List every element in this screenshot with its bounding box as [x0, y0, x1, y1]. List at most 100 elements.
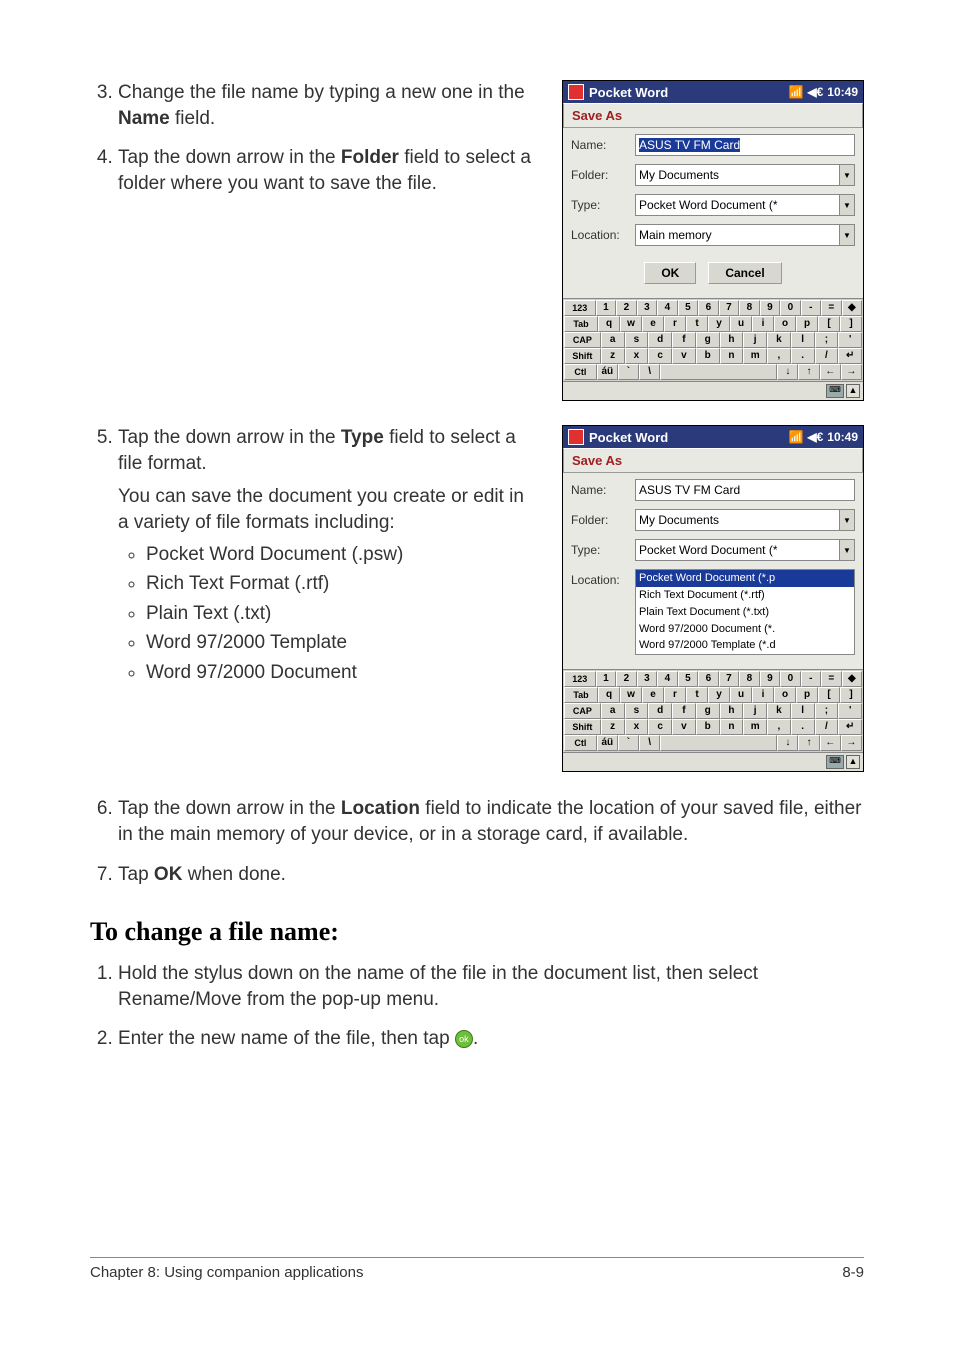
- kb-key[interactable]: `: [618, 364, 639, 380]
- kb-key[interactable]: Shift: [564, 719, 601, 735]
- kb-key[interactable]: q: [598, 687, 620, 703]
- kb-key[interactable]: .: [791, 719, 815, 735]
- kb-key[interactable]: 1: [596, 671, 617, 687]
- kb-key[interactable]: s: [625, 703, 649, 719]
- kb-key[interactable]: n: [720, 719, 744, 735]
- kb-key[interactable]: -: [801, 300, 822, 316]
- kb-key[interactable]: m: [743, 348, 767, 364]
- kb-key[interactable]: w: [620, 316, 642, 332]
- save-as-tab[interactable]: Save As: [563, 448, 863, 473]
- kb-spacebar[interactable]: [660, 735, 777, 751]
- kb-key[interactable]: ◆: [842, 671, 863, 687]
- save-as-tab[interactable]: Save As: [563, 103, 863, 128]
- cancel-button[interactable]: Cancel: [708, 262, 781, 284]
- kb-key[interactable]: z: [601, 348, 625, 364]
- kb-key[interactable]: ↵: [838, 348, 862, 364]
- kb-key[interactable]: ': [838, 332, 862, 348]
- kb-key[interactable]: p: [796, 316, 818, 332]
- kb-key[interactable]: 6: [698, 300, 719, 316]
- kb-key[interactable]: 123: [564, 300, 596, 316]
- kb-key[interactable]: 2: [616, 300, 637, 316]
- type-field[interactable]: Pocket Word Document (*▼: [635, 194, 855, 216]
- kb-key[interactable]: o: [774, 316, 796, 332]
- kb-key[interactable]: 5: [678, 300, 699, 316]
- dropdown-item[interactable]: Pocket Word Document (*.p: [636, 570, 854, 587]
- kb-key[interactable]: ]: [840, 316, 862, 332]
- kb-key[interactable]: g: [696, 703, 720, 719]
- kb-key[interactable]: =: [821, 300, 842, 316]
- kb-key[interactable]: i: [752, 687, 774, 703]
- kb-key[interactable]: a: [601, 703, 625, 719]
- kb-key[interactable]: áü: [597, 735, 618, 751]
- kb-key[interactable]: q: [598, 316, 620, 332]
- dropdown-item[interactable]: Plain Text Document (*.txt): [636, 604, 854, 621]
- kb-key[interactable]: [: [818, 687, 840, 703]
- dropdown-item[interactable]: Word 97/2000 Template (*.d: [636, 637, 854, 654]
- kb-key[interactable]: 3: [637, 300, 658, 316]
- on-screen-keyboard[interactable]: 1231234567890-=◆ Tabqwertyuiop[] CAPasdf…: [563, 669, 863, 752]
- kb-key[interactable]: ]: [840, 687, 862, 703]
- kb-key[interactable]: j: [743, 332, 767, 348]
- kb-spacebar[interactable]: [660, 364, 777, 380]
- kb-key[interactable]: 1: [596, 300, 617, 316]
- name-field[interactable]: ASUS TV FM Card: [635, 479, 855, 501]
- up-arrow-icon[interactable]: ▲: [846, 755, 860, 769]
- kb-key[interactable]: u: [730, 316, 752, 332]
- kb-key[interactable]: 8: [739, 671, 760, 687]
- kb-key[interactable]: 9: [760, 300, 781, 316]
- kb-key[interactable]: 5: [678, 671, 699, 687]
- kb-key[interactable]: ◆: [842, 300, 863, 316]
- type-dropdown-list[interactable]: Pocket Word Document (*.p Rich Text Docu…: [635, 569, 855, 655]
- folder-field[interactable]: My Documents▼: [635, 164, 855, 186]
- kb-key[interactable]: k: [767, 332, 791, 348]
- kb-key[interactable]: g: [696, 332, 720, 348]
- kb-key[interactable]: \: [639, 735, 660, 751]
- ok-button[interactable]: OK: [644, 262, 696, 284]
- kb-key[interactable]: c: [648, 719, 672, 735]
- kb-key[interactable]: -: [801, 671, 822, 687]
- kb-key[interactable]: e: [642, 687, 664, 703]
- kb-key[interactable]: w: [620, 687, 642, 703]
- kb-key[interactable]: Shift: [564, 348, 601, 364]
- kb-key[interactable]: 0: [780, 671, 801, 687]
- kb-key[interactable]: p: [796, 687, 818, 703]
- kb-key[interactable]: h: [720, 703, 744, 719]
- kb-key[interactable]: ↵: [838, 719, 862, 735]
- keyboard-toggle-icon[interactable]: ⌨: [826, 755, 844, 769]
- kb-key[interactable]: [: [818, 316, 840, 332]
- kb-key[interactable]: t: [686, 316, 708, 332]
- kb-key[interactable]: 8: [739, 300, 760, 316]
- kb-key[interactable]: ': [838, 703, 862, 719]
- location-field[interactable]: Main memory▼: [635, 224, 855, 246]
- kb-key[interactable]: ↑: [798, 735, 819, 751]
- kb-key[interactable]: b: [696, 719, 720, 735]
- kb-key[interactable]: =: [821, 671, 842, 687]
- kb-key[interactable]: v: [672, 348, 696, 364]
- kb-key[interactable]: l: [791, 703, 815, 719]
- kb-key[interactable]: ;: [815, 703, 839, 719]
- kb-key[interactable]: CAP: [564, 703, 601, 719]
- kb-key[interactable]: ,: [767, 719, 791, 735]
- kb-key[interactable]: Ctl: [564, 364, 597, 380]
- kb-key[interactable]: t: [686, 687, 708, 703]
- kb-key[interactable]: k: [767, 703, 791, 719]
- kb-key[interactable]: /: [815, 348, 839, 364]
- kb-key[interactable]: d: [648, 332, 672, 348]
- kb-key[interactable]: /: [815, 719, 839, 735]
- kb-key[interactable]: l: [791, 332, 815, 348]
- kb-key[interactable]: 9: [760, 671, 781, 687]
- keyboard-toggle-icon[interactable]: ⌨: [826, 384, 844, 398]
- kb-key[interactable]: u: [730, 687, 752, 703]
- kb-key[interactable]: 7: [719, 671, 740, 687]
- kb-key[interactable]: ↑: [798, 364, 819, 380]
- kb-key[interactable]: o: [774, 687, 796, 703]
- kb-key[interactable]: x: [625, 719, 649, 735]
- kb-key[interactable]: Tab: [564, 316, 598, 332]
- kb-key[interactable]: áü: [597, 364, 618, 380]
- kb-key[interactable]: n: [720, 348, 744, 364]
- kb-key[interactable]: ←: [820, 364, 841, 380]
- kb-key[interactable]: CAP: [564, 332, 601, 348]
- kb-key[interactable]: 4: [657, 300, 678, 316]
- chevron-down-icon[interactable]: ▼: [839, 195, 854, 215]
- kb-key[interactable]: Ctl: [564, 735, 597, 751]
